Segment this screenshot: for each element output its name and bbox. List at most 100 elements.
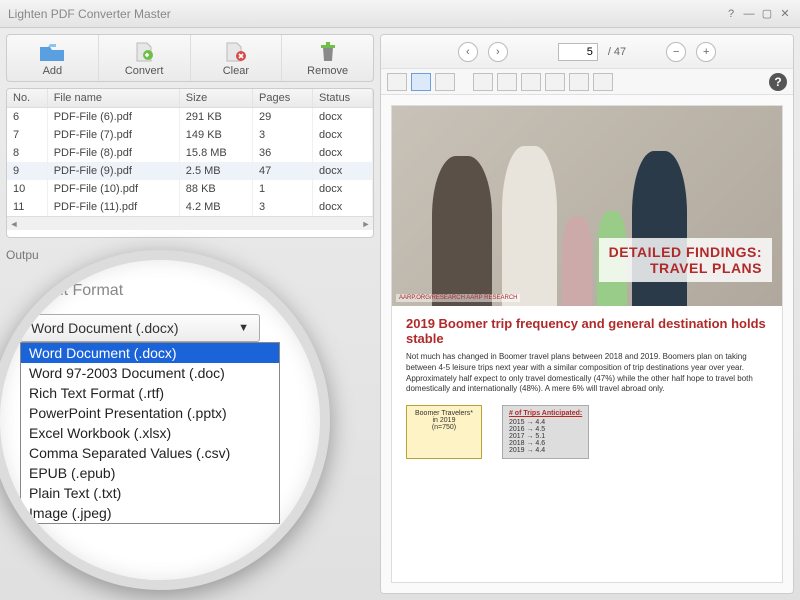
article-headline: 2019 Boomer trip frequency and general d… [406, 316, 768, 346]
cell-size: 4.2 MB [179, 198, 252, 216]
trip-row: 2019 → 4.4 [509, 447, 582, 454]
cell-no: 9 [7, 162, 47, 180]
col-status[interactable]: Status [313, 89, 373, 108]
close-icon[interactable]: ✕ [778, 7, 792, 21]
tool-7[interactable] [545, 73, 565, 91]
cell-pages: 1 [253, 180, 313, 198]
app-title: Lighten PDF Converter Master [8, 7, 171, 21]
next-page-button[interactable]: › [488, 42, 508, 62]
cell-name: PDF-File (9).pdf [47, 162, 179, 180]
tool-4[interactable] [473, 73, 493, 91]
table-row[interactable]: 11PDF-File (11).pdf4.2 MB3docx [7, 198, 373, 216]
trip-row: 2017 → 5.1 [509, 433, 582, 440]
zoom-out-button[interactable]: − [666, 42, 686, 62]
diagram: Boomer Travelers* in 2019 (n=750) # of T… [406, 405, 768, 459]
tool-5[interactable] [497, 73, 517, 91]
zoom-in-button[interactable]: + [696, 42, 716, 62]
cell-pages: 3 [253, 198, 313, 216]
prev-page-button[interactable]: ‹ [458, 42, 478, 62]
cell-pages: 47 [253, 162, 313, 180]
article-body: 2019 Boomer trip frequency and general d… [392, 306, 782, 469]
cell-no: 8 [7, 144, 47, 162]
format-option[interactable]: Plain Text (.txt) [21, 483, 279, 503]
cell-pages: 29 [253, 108, 313, 127]
page-input[interactable] [558, 43, 598, 61]
format-option[interactable]: EPUB (.epub) [21, 463, 279, 483]
trip-row: 2016 → 4.5 [509, 426, 582, 433]
help-icon[interactable]: ? [724, 7, 738, 21]
format-option[interactable]: Comma Separated Values (.csv) [21, 443, 279, 463]
preview-help-icon[interactable]: ? [769, 73, 787, 91]
preview-viewport[interactable]: DETAILED FINDINGS: TRAVEL PLANS AARP.ORG… [381, 95, 793, 593]
preview-nav: ‹ › / 47 − + [381, 35, 793, 69]
format-option[interactable]: Image (.jpeg) [21, 503, 279, 523]
table-row[interactable]: 9PDF-File (9).pdf2.5 MB47docx [7, 162, 373, 180]
clear-button[interactable]: Clear [191, 35, 283, 81]
format-option[interactable]: PowerPoint Presentation (.pptx) [21, 403, 279, 423]
convert-button[interactable]: Convert [99, 35, 191, 81]
remove-button[interactable]: Remove [282, 35, 373, 81]
table-header-row: No. File name Size Pages Status [7, 89, 373, 108]
output-format-options: Word Document (.docx)Word 97-2003 Docume… [20, 342, 280, 524]
cell-status: docx [313, 180, 373, 198]
format-option[interactable]: Excel Workbook (.xlsx) [21, 423, 279, 443]
boomer-box: Boomer Travelers* in 2019 (n=750) [406, 405, 482, 459]
cell-status: docx [313, 108, 373, 127]
col-pages[interactable]: Pages [253, 89, 313, 108]
table-row[interactable]: 10PDF-File (10).pdf88 KB1docx [7, 180, 373, 198]
add-label: Add [43, 65, 63, 77]
preview-toolbar: ? [381, 69, 793, 95]
trash-icon [314, 41, 342, 63]
format-option[interactable]: Rich Text Format (.rtf) [21, 383, 279, 403]
table-row[interactable]: 8PDF-File (8).pdf15.8 MB36docx [7, 144, 373, 162]
cell-name: PDF-File (6).pdf [47, 108, 179, 127]
cell-size: 88 KB [179, 180, 252, 198]
cell-no: 10 [7, 180, 47, 198]
tool-8[interactable] [569, 73, 589, 91]
cell-size: 291 KB [179, 108, 252, 127]
trips-title: # of Trips Anticipated: [509, 410, 582, 417]
output-format-dropdown[interactable]: Word Document (.docx) ▼ [20, 314, 260, 342]
cell-status: docx [313, 144, 373, 162]
view-mode-3[interactable] [435, 73, 455, 91]
trips-box: # of Trips Anticipated: 2015 → 4.42016 →… [502, 405, 589, 459]
cell-size: 15.8 MB [179, 144, 252, 162]
tool-6[interactable] [521, 73, 541, 91]
cell-status: docx [313, 162, 373, 180]
clear-label: Clear [223, 65, 249, 77]
convert-label: Convert [125, 65, 164, 77]
format-option[interactable]: Word 97-2003 Document (.doc) [21, 363, 279, 383]
view-mode-1[interactable] [387, 73, 407, 91]
output-format-label: Output Format [20, 282, 300, 300]
col-name[interactable]: File name [47, 89, 179, 108]
maximize-icon[interactable]: ▢ [760, 7, 774, 21]
title-bar: Lighten PDF Converter Master ? — ▢ ✕ [0, 0, 800, 28]
output-folder-label-partial: older [20, 564, 300, 581]
col-no[interactable]: No. [7, 89, 47, 108]
view-mode-2[interactable] [411, 73, 431, 91]
format-option[interactable]: Word Document (.docx) [21, 343, 279, 363]
scroll-left-icon[interactable]: ◄ [7, 219, 21, 229]
dropdown-selected: Word Document (.docx) [31, 320, 179, 336]
horizontal-scrollbar[interactable]: ◄ ► [7, 216, 373, 230]
cell-no: 11 [7, 198, 47, 216]
hero-line1: DETAILED FINDINGS: [609, 244, 762, 260]
article-text: Not much has changed in Boomer travel pl… [406, 352, 768, 395]
cell-status: docx [313, 198, 373, 216]
add-button[interactable]: Add [7, 35, 99, 81]
remove-label: Remove [307, 65, 348, 77]
cell-status: docx [313, 126, 373, 144]
scroll-right-icon[interactable]: ► [359, 219, 373, 229]
col-size[interactable]: Size [179, 89, 252, 108]
tool-9[interactable] [593, 73, 613, 91]
minimize-icon[interactable]: — [742, 7, 756, 21]
convert-icon [130, 41, 158, 63]
table-row[interactable]: 6PDF-File (6).pdf291 KB29docx [7, 108, 373, 127]
cell-size: 2.5 MB [179, 162, 252, 180]
chevron-down-icon: ▼ [238, 322, 249, 334]
table-row[interactable]: 7PDF-File (7).pdf149 KB3docx [7, 126, 373, 144]
hero-image: DETAILED FINDINGS: TRAVEL PLANS AARP.ORG… [392, 106, 782, 306]
cell-name: PDF-File (11).pdf [47, 198, 179, 216]
preview-pane: ‹ › / 47 − + ? [380, 34, 794, 594]
cell-name: PDF-File (7).pdf [47, 126, 179, 144]
